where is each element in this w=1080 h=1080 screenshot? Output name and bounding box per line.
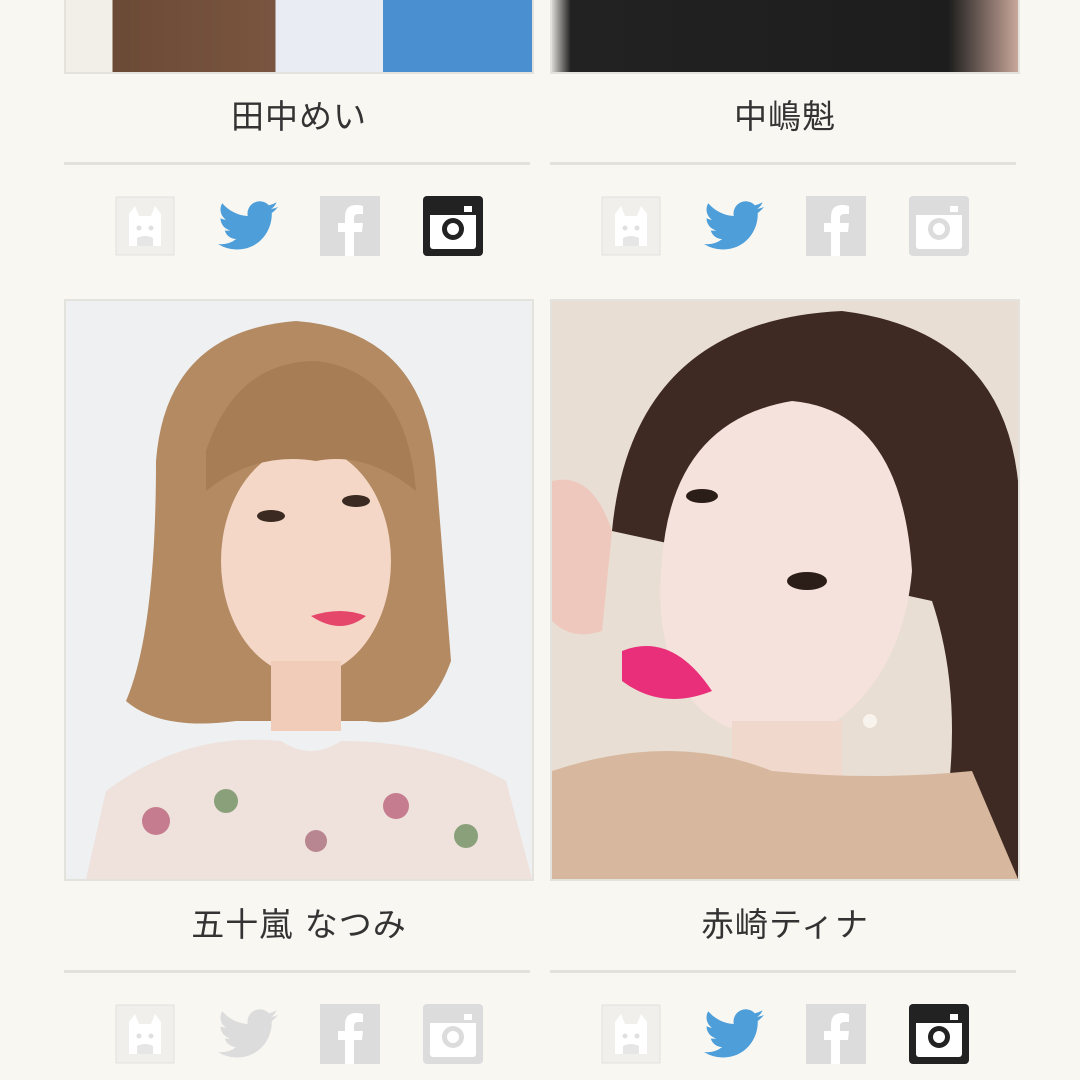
profile-name[interactable]: 赤崎ティナ	[550, 898, 1020, 946]
sns-icons	[114, 1002, 484, 1066]
profile-photo[interactable]	[64, 0, 534, 74]
twitter-icon[interactable]	[703, 195, 765, 257]
blog-icon[interactable]	[600, 1003, 662, 1065]
instagram-icon[interactable]	[422, 1003, 484, 1065]
divider	[64, 162, 530, 165]
divider	[64, 970, 530, 973]
twitter-icon[interactable]	[217, 1003, 279, 1065]
divider	[550, 970, 1016, 973]
profile-name[interactable]: 田中めい	[64, 90, 534, 138]
twitter-icon[interactable]	[703, 1003, 765, 1065]
twitter-icon[interactable]	[217, 195, 279, 257]
divider	[550, 162, 1016, 165]
profile-name[interactable]: 五十嵐 なつみ	[64, 898, 534, 946]
facebook-icon[interactable]	[319, 1003, 381, 1065]
blog-icon[interactable]	[114, 1003, 176, 1065]
facebook-icon[interactable]	[805, 195, 867, 257]
instagram-icon[interactable]	[908, 1003, 970, 1065]
sns-icons	[114, 194, 484, 258]
profile-name[interactable]: 中嶋魁	[550, 90, 1020, 138]
blog-icon[interactable]	[114, 195, 176, 257]
sns-icons	[600, 194, 970, 258]
profile-photo[interactable]	[64, 299, 534, 881]
instagram-icon[interactable]	[422, 195, 484, 257]
portrait-illustration	[552, 301, 1018, 879]
profile-photo[interactable]	[550, 299, 1020, 881]
profile-photo[interactable]	[550, 0, 1020, 74]
blog-icon[interactable]	[600, 195, 662, 257]
facebook-icon[interactable]	[319, 195, 381, 257]
facebook-icon[interactable]	[805, 1003, 867, 1065]
instagram-icon[interactable]	[908, 195, 970, 257]
sns-icons	[600, 1002, 970, 1066]
portrait-illustration	[66, 301, 532, 879]
